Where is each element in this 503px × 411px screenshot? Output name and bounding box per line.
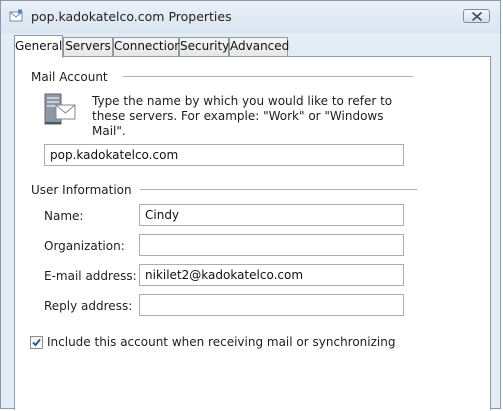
email-address-field[interactable]	[139, 264, 404, 286]
close-icon	[472, 12, 482, 21]
tab-servers[interactable]: Servers	[63, 37, 113, 56]
checkmark-icon	[32, 338, 41, 347]
mail-server-icon	[43, 90, 77, 126]
mail-account-divider	[123, 76, 413, 77]
general-tab-panel: Mail Account Type the name by which you …	[14, 56, 491, 410]
close-button[interactable]	[463, 9, 490, 23]
window-title: pop.kadokatelco.com Properties	[31, 9, 232, 24]
user-information-divider	[140, 189, 417, 190]
tab-security[interactable]: Security	[179, 37, 229, 56]
include-account-label[interactable]: Include this account when receiving mail…	[47, 335, 395, 349]
reply-address-label: Reply address:	[44, 299, 133, 313]
email-address-label: E-mail address:	[44, 269, 137, 283]
tab-connection[interactable]: Connection	[113, 37, 182, 56]
account-name-field[interactable]	[44, 144, 404, 166]
reply-address-field[interactable]	[139, 294, 404, 316]
title-bar[interactable]: pop.kadokatelco.com Properties	[1, 1, 500, 33]
organization-label: Organization:	[44, 239, 125, 253]
mail-account-group-title: Mail Account	[31, 70, 108, 84]
tab-advanced[interactable]: Advanced	[229, 37, 289, 56]
include-account-checkbox[interactable]	[30, 336, 43, 349]
properties-dialog: pop.kadokatelco.com Properties General S…	[0, 0, 501, 410]
tab-general[interactable]: General	[14, 35, 63, 58]
mail-account-description: Type the name by which you would like to…	[92, 94, 393, 138]
mail-account-icon	[9, 9, 23, 23]
organization-field[interactable]	[139, 234, 404, 256]
user-information-group-title: User Information	[31, 183, 132, 197]
name-field[interactable]	[139, 204, 404, 226]
name-label: Name:	[44, 209, 84, 223]
